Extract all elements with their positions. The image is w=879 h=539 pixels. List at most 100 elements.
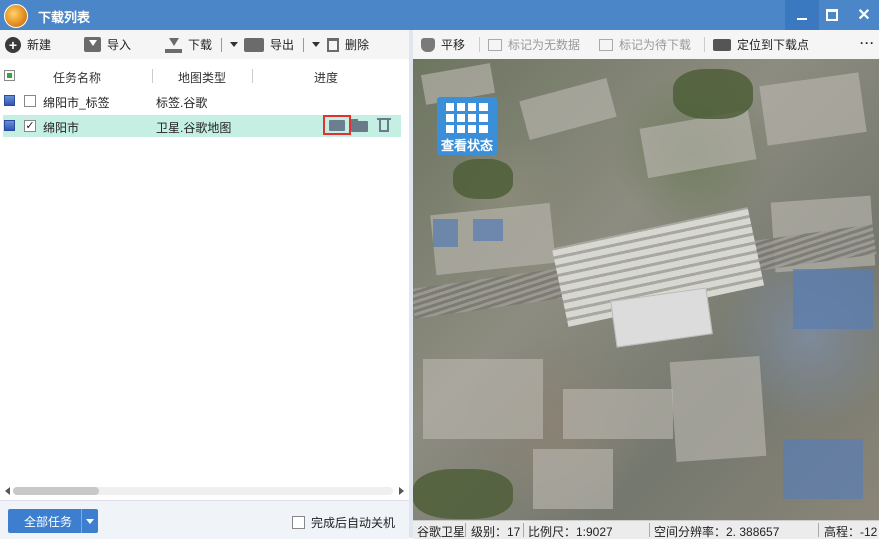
- map-feature: [793, 269, 873, 329]
- divider: [523, 523, 524, 537]
- plus-icon: +: [5, 36, 21, 53]
- maximize-icon: [826, 9, 838, 21]
- task-name: 绵阳市: [43, 121, 80, 135]
- view-status-label: 查看状态: [440, 138, 493, 153]
- table-row-selected[interactable]: ✓ 绵阳市 卫星.谷歌地图: [3, 115, 401, 137]
- task-status-icon: [4, 95, 15, 106]
- hand-icon: [421, 37, 435, 52]
- satellite-map-view[interactable]: 查看状态: [413, 59, 879, 520]
- folder-icon[interactable]: [351, 117, 369, 133]
- mark-pending-icon: [599, 38, 613, 51]
- view-status-button[interactable]: 查看状态: [437, 97, 497, 155]
- divider: [818, 523, 819, 537]
- row-checkbox[interactable]: [24, 95, 36, 107]
- auto-shutdown-checkbox[interactable]: [292, 516, 305, 529]
- locate-icon: [713, 38, 731, 51]
- chevron-down-icon[interactable]: [230, 42, 239, 47]
- map-feature: [533, 449, 613, 509]
- divider: [252, 69, 253, 83]
- import-icon: [84, 37, 101, 52]
- map-feature: [563, 389, 673, 439]
- column-header-name[interactable]: 任务名称: [53, 69, 101, 86]
- new-button[interactable]: + 新建: [5, 30, 51, 59]
- task-list-panel: 任务名称 地图类型 进度 绵阳市_标签 标签.谷歌 ✓ 绵阳市 卫星.谷歌地图: [0, 59, 409, 500]
- chevron-down-icon: [86, 518, 94, 524]
- all-tasks-dropdown[interactable]: 全部任务: [8, 509, 98, 533]
- map-source: 谷歌卫星: [417, 525, 466, 539]
- map-feature: [423, 359, 543, 439]
- mark-pending-button[interactable]: 标记为待下载: [599, 30, 691, 59]
- divider: [465, 523, 466, 537]
- title-bar: 下载列表 ✕: [0, 0, 879, 30]
- map-feature: [759, 72, 867, 146]
- divider: [479, 37, 480, 52]
- trash-icon[interactable]: [376, 117, 394, 133]
- map-feature: [453, 159, 513, 199]
- export-button[interactable]: 导出: [244, 30, 321, 59]
- map-feature: [519, 78, 617, 140]
- map-toolbar: 平移 标记为无数据 标记为待下载 定位到下载点 ···: [413, 30, 879, 60]
- task-status-icon: [4, 120, 15, 131]
- mark-pending-label: 标记为待下载: [619, 38, 692, 52]
- horizontal-scrollbar[interactable]: [3, 485, 406, 497]
- map-feature: [669, 355, 767, 463]
- mark-nodata-icon: [488, 38, 502, 51]
- locate-label: 定位到下载点: [737, 38, 810, 52]
- map-feature: [433, 219, 458, 247]
- scroll-left-icon[interactable]: [5, 487, 10, 495]
- map-feature: [783, 439, 863, 499]
- trash-icon: [327, 37, 339, 52]
- import-button[interactable]: 导入: [84, 30, 131, 59]
- resolution: 空间分辨率：2. 388657: [654, 525, 780, 539]
- divider: [152, 69, 153, 83]
- minimize-button[interactable]: [785, 0, 819, 30]
- column-header-progress[interactable]: 进度: [314, 69, 338, 86]
- auto-shutdown-label: 完成后自动关机: [311, 516, 396, 530]
- download-button[interactable]: 下载: [165, 30, 239, 59]
- pan-button[interactable]: 平移: [421, 30, 465, 59]
- locate-button[interactable]: 定位到下载点: [713, 30, 809, 59]
- scroll-right-icon[interactable]: [399, 487, 404, 495]
- map-feature: [639, 109, 757, 179]
- export-label: 导出: [270, 38, 295, 52]
- delete-label: 删除: [345, 38, 370, 52]
- auto-shutdown-option[interactable]: 完成后自动关机: [292, 514, 395, 531]
- grid-icon: [446, 103, 488, 133]
- mark-nodata-button[interactable]: 标记为无数据: [488, 30, 580, 59]
- window-title: 下载列表: [38, 10, 91, 25]
- divider: [704, 37, 705, 52]
- chevron-down-icon[interactable]: [312, 42, 321, 47]
- map-status-bar: 谷歌卫星 级别：17 比例尺：1:9027 空间分辨率：2. 388657 高程…: [413, 520, 879, 539]
- delete-button[interactable]: 删除: [327, 30, 369, 59]
- export-image-button[interactable]: [323, 115, 351, 135]
- task-bottom-bar: 全部任务 完成后自动关机: [0, 500, 409, 539]
- download-icon: [165, 37, 182, 53]
- import-label: 导入: [107, 38, 132, 52]
- dropdown-toggle[interactable]: [81, 509, 98, 533]
- more-button[interactable]: ···: [860, 36, 875, 50]
- map-scale: 比例尺：1:9027: [528, 525, 613, 539]
- scroll-thumb[interactable]: [13, 487, 99, 495]
- pan-label: 平移: [441, 38, 466, 52]
- task-map-type: 标签.谷歌: [156, 96, 208, 110]
- column-header-type[interactable]: 地图类型: [178, 69, 226, 86]
- select-all-checkbox[interactable]: [4, 70, 15, 81]
- divider: [221, 37, 223, 52]
- divider: [649, 523, 650, 537]
- table-header: 任务名称 地图类型 进度: [0, 67, 409, 87]
- task-map-type: 卫星.谷歌地图: [156, 121, 232, 135]
- map-feature: [413, 469, 513, 519]
- export-image-icon: [244, 37, 264, 52]
- map-feature: [673, 69, 753, 119]
- table-row[interactable]: 绵阳市_标签 标签.谷歌: [3, 90, 401, 112]
- all-tasks-label: 全部任务: [24, 514, 73, 529]
- task-toolbar: + 新建 导入 下载 导出 删除: [0, 30, 409, 60]
- close-button[interactable]: ✕: [847, 0, 879, 30]
- export-image-icon: [329, 119, 345, 131]
- row-checkbox[interactable]: ✓: [24, 120, 36, 132]
- task-name: 绵阳市_标签: [43, 96, 110, 110]
- close-icon: ✕: [857, 7, 871, 24]
- maximize-button[interactable]: [815, 0, 849, 30]
- zoom-level: 级别：17: [471, 525, 521, 539]
- minimize-icon: [797, 18, 807, 20]
